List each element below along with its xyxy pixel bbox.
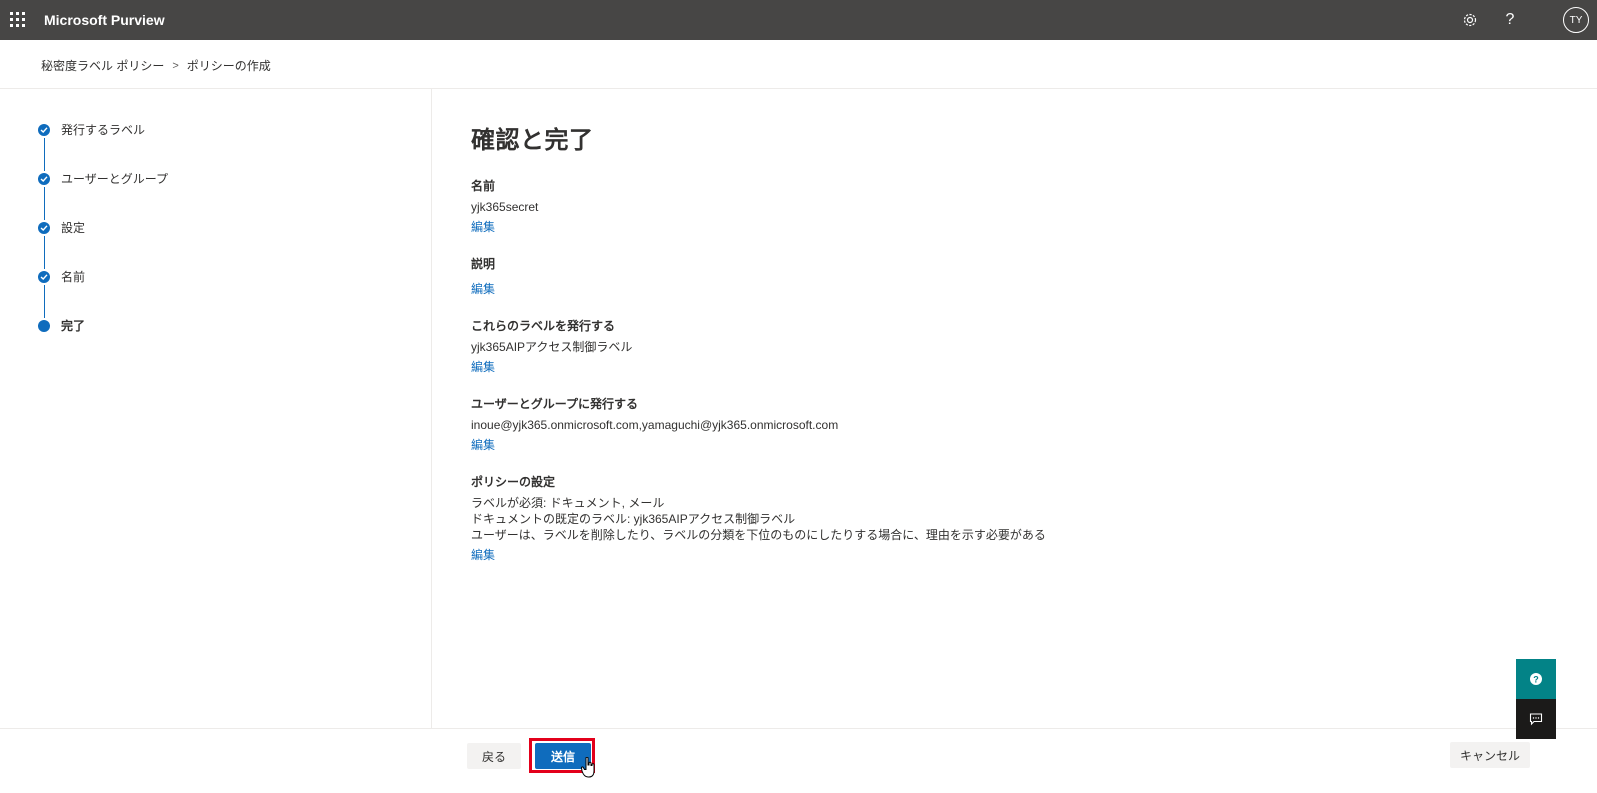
- step-label: 設定: [61, 221, 86, 235]
- breadcrumb-item-create-policy: ポリシーの作成: [186, 59, 271, 73]
- step-connector: [43, 187, 45, 220]
- step-settings[interactable]: 設定: [38, 222, 168, 271]
- footer-divider: [0, 728, 1597, 729]
- section-title: 説明: [471, 257, 496, 271]
- section-policy-settings: ポリシーの設定 ラベルが必須: ドキュメント, メール ドキュメントの既定のラベ…: [471, 473, 1046, 564]
- gear-icon[interactable]: [1458, 8, 1482, 32]
- svg-text:?: ?: [1533, 675, 1539, 685]
- help-icon[interactable]: ?: [1498, 8, 1522, 32]
- section-title: これらのラベルを発行する: [471, 319, 616, 333]
- current-step-dot-icon: [38, 320, 50, 332]
- section-name: 名前 yjk365secret 編集: [471, 177, 1046, 236]
- hand-cursor-icon: [581, 757, 595, 778]
- breadcrumb: 秘密度ラベル ポリシー > ポリシーの作成: [41, 57, 271, 74]
- step-users-groups[interactable]: ユーザーとグループ: [38, 173, 168, 222]
- section-title: 名前: [471, 179, 496, 193]
- section-value: ラベルが必須: ドキュメント, メール: [471, 496, 665, 510]
- step-labels[interactable]: 発行するラベル: [38, 124, 168, 173]
- edit-link[interactable]: 編集: [471, 280, 495, 297]
- help-chat-button[interactable]: ?: [1516, 659, 1556, 699]
- feedback-icon: [1529, 713, 1543, 726]
- edit-link[interactable]: 編集: [471, 358, 495, 375]
- step-label: ユーザーとグループ: [61, 172, 169, 186]
- question-bubble-icon: ?: [1530, 673, 1542, 685]
- section-labels: これらのラベルを発行する yjk365AIPアクセス制御ラベル 編集: [471, 317, 1046, 376]
- breadcrumb-item-policies[interactable]: 秘密度ラベル ポリシー: [41, 57, 164, 74]
- section-description: 説明 編集: [471, 255, 1046, 298]
- section-users-groups: ユーザーとグループに発行する inoue@yjk365.onmicrosoft.…: [471, 395, 1046, 454]
- section-value: ユーザーは、ラベルを削除したり、ラベルの分類を下位のものにしたりする場合に、理由…: [471, 528, 1046, 542]
- edit-link[interactable]: 編集: [471, 546, 495, 563]
- back-button[interactable]: 戻る: [467, 743, 521, 769]
- step-connector: [43, 285, 45, 318]
- chevron-right-icon: >: [172, 59, 179, 72]
- step-name[interactable]: 名前: [38, 271, 168, 320]
- top-bar: Microsoft Purview ? TY: [0, 0, 1597, 40]
- page-title: 確認と完了: [471, 127, 594, 154]
- checkmark-icon: [38, 222, 50, 234]
- section-value: inoue@yjk365.onmicrosoft.com,yamaguchi@y…: [471, 418, 839, 432]
- header-divider: [0, 88, 1597, 89]
- step-connector: [43, 236, 45, 269]
- checkmark-icon: [38, 271, 50, 283]
- app-title[interactable]: Microsoft Purview: [44, 12, 165, 28]
- feedback-button[interactable]: [1516, 699, 1556, 739]
- app-launcher-icon[interactable]: [10, 12, 26, 28]
- review-panel: 確認と完了 名前 yjk365secret 編集 説明 編集 これらのラベルを発…: [471, 120, 1046, 583]
- checkmark-icon: [38, 124, 50, 136]
- wizard-steps: 発行するラベル ユーザーとグループ 設定 名前 完了: [38, 124, 168, 369]
- checkmark-icon: [38, 173, 50, 185]
- section-value: ドキュメントの既定のラベル: yjk365AIPアクセス制御ラベル: [471, 512, 796, 526]
- edit-link[interactable]: 編集: [471, 218, 495, 235]
- step-label: 発行するラベル: [61, 123, 146, 137]
- avatar[interactable]: TY: [1563, 7, 1589, 33]
- section-value: yjk365secret: [471, 200, 539, 214]
- step-label: 名前: [61, 270, 86, 284]
- step-finish: 完了: [38, 320, 168, 369]
- edit-link[interactable]: 編集: [471, 436, 495, 453]
- section-value: yjk365AIPアクセス制御ラベル: [471, 340, 633, 354]
- step-label: 完了: [61, 319, 86, 333]
- section-title: ポリシーの設定: [471, 475, 556, 489]
- step-connector: [43, 138, 45, 171]
- wizard-divider: [431, 89, 432, 729]
- section-title: ユーザーとグループに発行する: [471, 397, 639, 411]
- cancel-button[interactable]: キャンセル: [1450, 742, 1530, 768]
